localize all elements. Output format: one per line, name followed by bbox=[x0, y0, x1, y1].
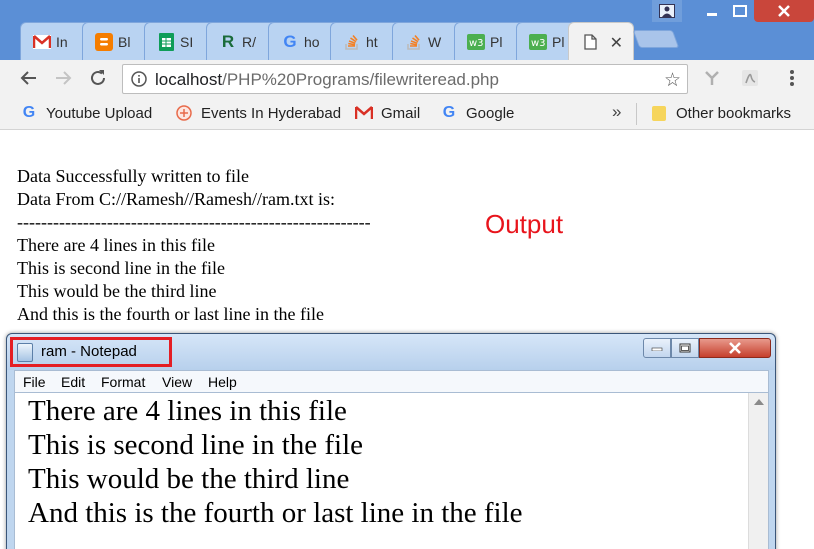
output-line: Data Successfully written to file bbox=[17, 166, 249, 186]
user-icon bbox=[659, 4, 675, 18]
notepad-close-button[interactable] bbox=[699, 338, 771, 358]
more-bookmarks-button[interactable]: » bbox=[612, 102, 621, 122]
scroll-up-arrow-icon[interactable] bbox=[754, 399, 764, 405]
more-vert-icon bbox=[790, 70, 794, 86]
menu-format[interactable]: Format bbox=[101, 374, 145, 390]
other-bookmarks-folder[interactable]: Other bookmarks bbox=[650, 102, 791, 124]
tab-active-page[interactable]: ✕ bbox=[568, 22, 634, 60]
back-button[interactable] bbox=[14, 64, 42, 92]
gmail-icon bbox=[33, 33, 51, 51]
minimize-button[interactable] bbox=[698, 0, 726, 22]
close-window-button[interactable] bbox=[754, 0, 814, 22]
tab-label: SI bbox=[180, 33, 194, 50]
w3schools-icon: w3 bbox=[467, 33, 485, 51]
tab-label: Bl bbox=[118, 33, 131, 50]
stackoverflow-icon bbox=[405, 33, 423, 51]
pdf-extension-icon[interactable] bbox=[738, 66, 762, 90]
gmail-icon bbox=[355, 104, 373, 122]
file-line: There are 4 lines in this file bbox=[17, 235, 215, 255]
menu-help[interactable]: Help bbox=[208, 374, 237, 390]
notepad-text-area[interactable]: There are 4 lines in this file This is s… bbox=[14, 392, 769, 549]
notepad-maximize-button[interactable] bbox=[671, 338, 699, 358]
tab-label: W bbox=[428, 33, 442, 50]
maximize-button[interactable] bbox=[726, 0, 754, 22]
notepad-window: ram - Notepad File Edit Format View Help… bbox=[6, 333, 776, 549]
close-icon bbox=[729, 342, 741, 354]
blogger-icon bbox=[95, 32, 113, 51]
maximize-icon bbox=[679, 343, 691, 353]
bookmark-gmail[interactable]: Gmail bbox=[355, 102, 420, 124]
bookmark-star-icon[interactable]: ☆ bbox=[664, 69, 681, 92]
tab-label: ho bbox=[304, 33, 320, 50]
vertical-scrollbar[interactable] bbox=[748, 393, 768, 549]
tab-label: Pl bbox=[552, 33, 565, 50]
bookmark-google[interactable]: G Google bbox=[440, 102, 515, 124]
bookmark-label: Youtube Upload bbox=[46, 104, 153, 122]
tab-label: ht bbox=[366, 33, 378, 50]
bookmark-label: Other bookmarks bbox=[676, 104, 792, 122]
tab-label: R/ bbox=[242, 33, 256, 50]
reload-icon bbox=[91, 70, 105, 85]
tab-label: Pl bbox=[490, 33, 503, 50]
extension-icon[interactable] bbox=[700, 66, 724, 90]
new-tab-button[interactable] bbox=[632, 30, 680, 48]
bookmark-youtube-upload[interactable]: G Youtube Upload bbox=[20, 102, 152, 124]
text-line: And this is the fourth or last line in t… bbox=[28, 497, 523, 529]
svg-text:w3: w3 bbox=[531, 38, 546, 49]
address-bar[interactable]: localhost/PHP%20Programs/filewriteread.p… bbox=[122, 64, 688, 94]
output-line: Data From C://Ramesh//Ramesh//ram.txt is… bbox=[17, 189, 335, 209]
user-profile-button[interactable] bbox=[652, 0, 682, 22]
menu-view[interactable]: View bbox=[162, 374, 192, 390]
url-path: /PHP%20Programs/filewriteread.php bbox=[222, 70, 499, 89]
page-icon bbox=[581, 33, 599, 51]
file-line: This would be the third line bbox=[17, 281, 217, 301]
minimize-icon bbox=[707, 13, 717, 16]
svg-text:w3: w3 bbox=[469, 38, 484, 49]
close-tab-icon[interactable]: ✕ bbox=[610, 33, 623, 53]
text-line: This would be the third line bbox=[28, 463, 350, 495]
text-line: There are 4 lines in this file bbox=[28, 395, 347, 427]
menu-edit[interactable]: Edit bbox=[61, 374, 85, 390]
info-icon[interactable] bbox=[131, 71, 147, 92]
notepad-title: ram - Notepad bbox=[41, 343, 137, 360]
output-annotation: Output bbox=[485, 209, 564, 239]
notepad-minimize-button[interactable] bbox=[643, 338, 671, 358]
url-text: localhost/PHP%20Programs/filewriteread.p… bbox=[155, 70, 499, 90]
tab-label: In bbox=[56, 33, 68, 50]
close-icon bbox=[778, 5, 790, 17]
back-arrow-icon bbox=[20, 71, 36, 85]
notepad-titlebar[interactable]: ram - Notepad bbox=[7, 334, 775, 370]
file-line: This is second line in the file bbox=[17, 258, 225, 278]
forward-button[interactable] bbox=[50, 64, 78, 92]
menu-file[interactable]: File bbox=[23, 374, 46, 390]
w3schools-icon: w3 bbox=[529, 33, 547, 51]
folder-icon bbox=[650, 104, 668, 122]
notepad-icon bbox=[17, 343, 33, 362]
bookmark-label: Events In Hyderabad bbox=[201, 104, 342, 122]
forward-arrow-icon bbox=[56, 71, 72, 85]
url-host: localhost bbox=[155, 70, 223, 89]
sheets-icon bbox=[157, 32, 175, 51]
r-icon: R bbox=[221, 31, 235, 51]
google-icon: G bbox=[442, 104, 456, 121]
file-line: And this is the fourth or last line in t… bbox=[17, 304, 324, 324]
maximize-icon bbox=[733, 5, 747, 17]
bookmark-label: Gmail bbox=[381, 104, 421, 122]
events-icon bbox=[175, 104, 193, 122]
bookmark-label: Google bbox=[466, 104, 515, 122]
google-icon: G bbox=[283, 31, 297, 51]
text-line: This is second line in the file bbox=[28, 429, 364, 461]
minimize-icon bbox=[651, 347, 663, 351]
stackoverflow-icon bbox=[343, 33, 361, 51]
reload-button[interactable] bbox=[84, 64, 112, 92]
notepad-menubar: File Edit Format View Help bbox=[14, 370, 769, 392]
separator-line: ----------------------------------------… bbox=[17, 212, 371, 232]
google-icon: G bbox=[22, 104, 36, 121]
bookmark-events-in-hyderabad[interactable]: Events In Hyderabad bbox=[175, 102, 341, 124]
chrome-menu-button[interactable] bbox=[780, 66, 804, 90]
bookmarks-divider bbox=[636, 103, 637, 125]
